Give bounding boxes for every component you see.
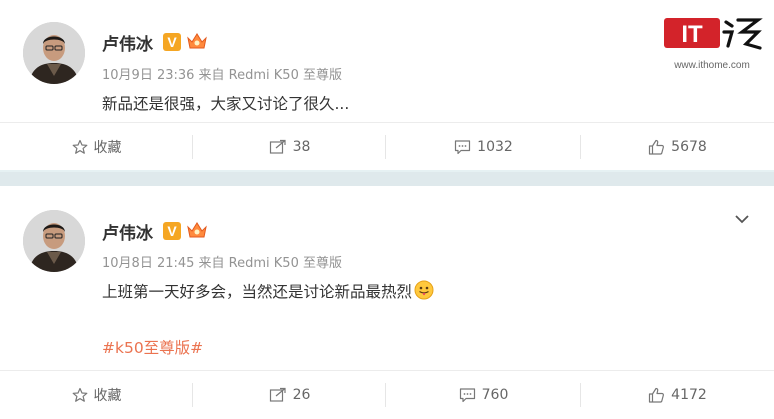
post-meta: 10月8日 21:45 来自 Redmi K50 至尊版 — [102, 256, 342, 271]
crown-badge-icon — [186, 31, 208, 51]
avatar[interactable] — [23, 210, 85, 272]
like-button[interactable]: 5678 — [581, 123, 774, 171]
ithome-logo: IT www.ithome.com — [660, 10, 764, 74]
topic-hashtag-link[interactable]: #k50至尊版# — [102, 336, 203, 358]
post-meta: 10月9日 23:36 来自 Redmi K50 至尊版 — [102, 68, 342, 83]
action-bar: 收藏 26 760 4172 — [0, 370, 774, 419]
chevron-down-icon[interactable] — [734, 209, 750, 228]
like-count: 5678 — [671, 139, 707, 155]
repost-count: 26 — [292, 387, 311, 403]
avatar[interactable] — [23, 22, 85, 84]
comment-button[interactable]: 760 — [387, 371, 580, 419]
author-name[interactable]: 卢伟冰 — [102, 219, 153, 244]
thumbs-up-icon — [649, 139, 665, 155]
comment-icon — [455, 140, 471, 155]
comment-icon — [459, 388, 475, 403]
weibo-post-1: 卢伟冰 V 10月9日 23:36 来自 Redmi K50 至尊版 新品还是很… — [0, 0, 774, 170]
repost-count: 38 — [292, 139, 311, 155]
like-count: 4172 — [671, 387, 707, 403]
repost-button[interactable]: 26 — [193, 371, 386, 419]
weibo-post-2: 卢伟冰 V 10月8日 21:45 来自 Redmi K50 至尊版 上班第一天… — [0, 186, 774, 419]
tongue-emoji-icon — [414, 280, 434, 304]
crown-badge-icon — [186, 220, 208, 240]
repost-button[interactable]: 38 — [193, 123, 386, 171]
comment-count: 760 — [481, 387, 509, 403]
star-icon — [72, 387, 87, 402]
verified-badge: V — [163, 222, 181, 240]
repost-icon — [269, 387, 286, 402]
like-button[interactable]: 4172 — [581, 371, 774, 419]
separator — [385, 383, 386, 407]
post-text-content: 上班第一天好多会，当然还是讨论新品最热烈 — [102, 283, 413, 301]
thumbs-up-icon — [649, 387, 665, 403]
star-icon — [72, 139, 87, 154]
verified-badge: V — [163, 33, 181, 51]
comment-button[interactable]: 1032 — [387, 123, 580, 171]
logo-url: www.ithome.com — [673, 60, 750, 70]
separator — [385, 135, 386, 159]
comment-count: 1032 — [477, 139, 513, 155]
favorite-button[interactable]: 收藏 — [0, 371, 193, 419]
post-text: 上班第一天好多会，当然还是讨论新品最热烈 — [102, 280, 434, 304]
post-text: 新品还是很强，大家又讨论了很久... — [102, 95, 350, 113]
favorite-label: 收藏 — [93, 140, 122, 156]
svg-text:IT: IT — [681, 21, 703, 48]
repost-icon — [269, 139, 286, 154]
favorite-label: 收藏 — [93, 388, 122, 404]
feed-divider — [0, 170, 774, 186]
author-name[interactable]: 卢伟冰 — [102, 30, 153, 55]
action-bar: 收藏 38 1032 5678 — [0, 122, 774, 171]
favorite-button[interactable]: 收藏 — [0, 123, 193, 171]
